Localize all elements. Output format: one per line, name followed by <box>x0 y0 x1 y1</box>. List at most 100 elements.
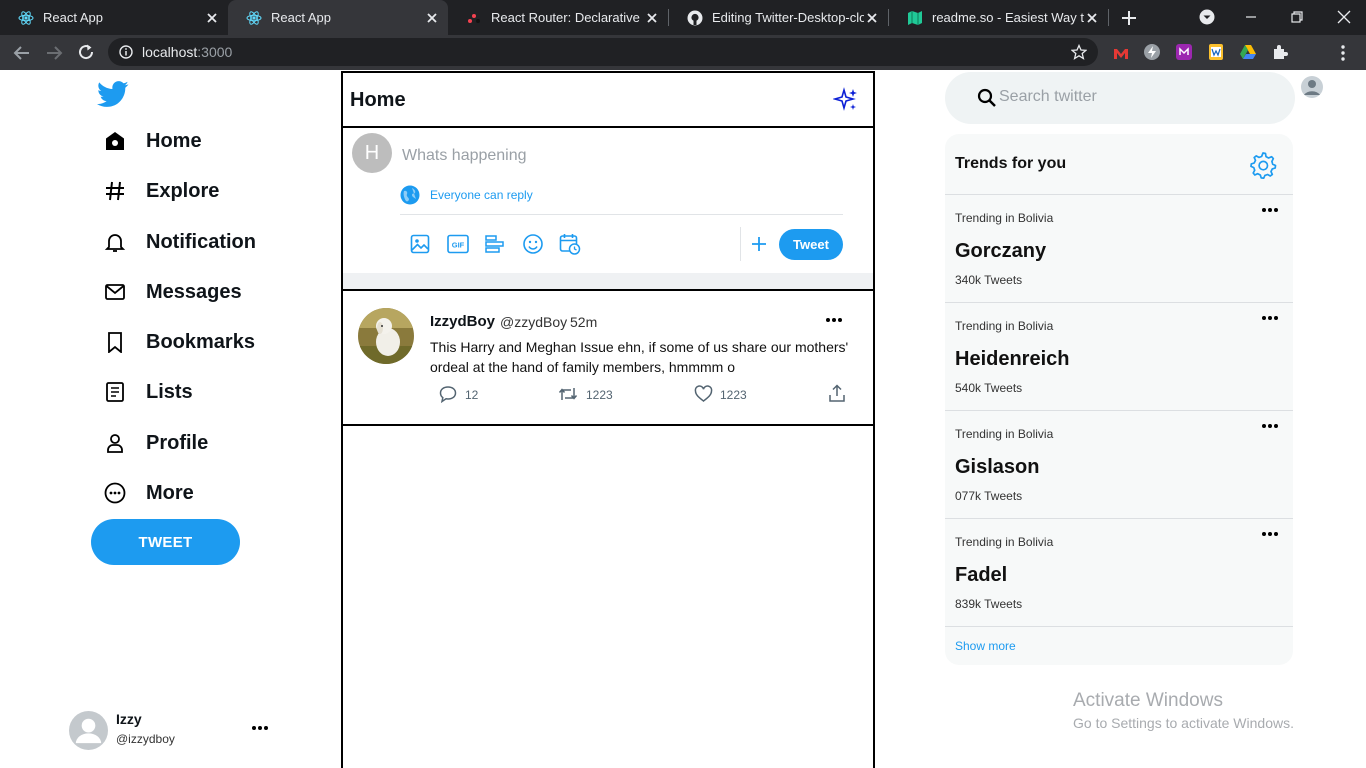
trend-location: Trending in Bolivia <box>955 211 1054 225</box>
extension-bolt-icon[interactable] <box>1143 43 1161 61</box>
github-icon <box>687 10 703 25</box>
extension-purple-icon[interactable] <box>1175 43 1193 61</box>
trend-item[interactable]: Trending in Bolivia Gorczany 340k Tweets <box>945 194 1293 302</box>
search-icon <box>977 88 996 107</box>
extension-m-icon[interactable] <box>1112 44 1130 62</box>
sidebar-item-more[interactable]: More <box>104 473 194 513</box>
section-separator <box>343 273 873 291</box>
tweet-author-name[interactable]: IzzydBoy <box>430 313 495 330</box>
close-icon[interactable] <box>424 10 440 26</box>
more-dots-icon[interactable] <box>1261 207 1279 213</box>
url-text: localhost:3000 <box>142 44 232 60</box>
more-circle-icon <box>104 482 126 504</box>
profile-avatar-icon[interactable] <box>1301 76 1323 98</box>
info-icon[interactable] <box>119 45 133 59</box>
browser-tab[interactable]: readme.so - Easiest Way to C <box>889 0 1108 35</box>
reload-icon[interactable] <box>77 43 95 61</box>
search-box[interactable]: Search twitter <box>945 72 1295 124</box>
close-icon[interactable] <box>864 10 880 26</box>
tweet-time[interactable]: 52m <box>570 314 597 330</box>
close-icon[interactable] <box>1084 10 1100 26</box>
browser-toolbar: localhost:3000 <box>0 35 1366 98</box>
address-bar[interactable]: localhost:3000 <box>108 38 1098 66</box>
menu-kebab-icon[interactable] <box>1340 44 1346 62</box>
tweet-button[interactable]: TWEET <box>91 519 240 565</box>
tab-title: React App <box>271 10 331 25</box>
sidebar-item-bookmarks[interactable]: Bookmarks <box>104 322 255 362</box>
window-close-icon[interactable] <box>1336 9 1352 25</box>
tab-divider <box>1108 9 1109 26</box>
sidebar-item-messages[interactable]: Messages <box>104 272 242 312</box>
browser-tab-active[interactable]: React App <box>228 0 448 35</box>
compose-tweet-button[interactable]: Tweet <box>779 229 843 260</box>
search-input[interactable]: Search twitter <box>999 88 1097 106</box>
tab-title: Editing Twitter-Desktop-clone <box>712 10 864 25</box>
google-drive-icon[interactable] <box>1239 43 1257 61</box>
tweet-avatar[interactable] <box>358 308 414 364</box>
emoji-icon[interactable] <box>523 234 543 254</box>
tweet-author-handle[interactable]: @zzydBoy <box>500 314 567 330</box>
restore-icon[interactable] <box>1290 10 1304 24</box>
tab-search-icon[interactable] <box>1199 9 1215 25</box>
sparkle-icon[interactable] <box>833 87 859 113</box>
browser-tab[interactable]: Editing Twitter-Desktop-clone <box>669 0 888 35</box>
extensions-puzzle-icon[interactable] <box>1271 43 1289 61</box>
trend-name: Gorczany <box>955 240 1047 262</box>
add-thread-icon[interactable] <box>752 237 766 251</box>
image-icon[interactable] <box>410 234 430 254</box>
minimize-icon[interactable] <box>1244 10 1258 24</box>
trend-count: 540k Tweets <box>955 381 1023 395</box>
tweet-card[interactable]: IzzydBoy @zzydBoy 52m This Harry and Meg… <box>343 293 873 426</box>
reply-icon[interactable] <box>439 385 457 403</box>
trends-panel: Trends for you Trending in Bolivia Gorcz… <box>945 134 1293 665</box>
close-icon[interactable] <box>204 10 220 26</box>
back-icon[interactable] <box>13 44 31 62</box>
like-heart-icon[interactable] <box>694 385 713 403</box>
page-title: Home <box>350 89 406 111</box>
new-tab-icon[interactable] <box>1120 9 1138 27</box>
sidebar-item-label: Lists <box>146 380 193 403</box>
settings-gear-icon[interactable] <box>1249 151 1277 179</box>
more-dots-icon[interactable] <box>251 725 269 731</box>
trend-item[interactable]: Trending in Bolivia Heidenreich 540k Twe… <box>945 302 1293 410</box>
gif-icon[interactable]: GIF <box>447 234 469 254</box>
sidebar-item-home[interactable]: Home <box>104 121 202 161</box>
poll-icon[interactable] <box>485 235 505 253</box>
browser-tab[interactable]: React App <box>0 0 228 35</box>
sidebar-item-notifications[interactable]: Notification <box>104 222 256 262</box>
trend-count: 839k Tweets <box>955 597 1023 611</box>
account-switcher[interactable]: Izzy @izzydboy <box>69 711 279 751</box>
globe-icon <box>400 185 420 205</box>
retweet-icon[interactable] <box>558 385 578 403</box>
sidebar-item-explore[interactable]: Explore <box>104 171 219 211</box>
divider <box>945 626 1293 627</box>
sidebar-item-lists[interactable]: Lists <box>104 372 193 412</box>
share-icon[interactable] <box>828 384 846 403</box>
trend-location: Trending in Bolivia <box>955 427 1054 441</box>
sidebar-item-profile[interactable]: Profile <box>104 423 208 463</box>
sidebar-item-label: Home <box>146 129 202 152</box>
like-count: 1223 <box>720 388 747 402</box>
trend-item[interactable]: Trending in Bolivia Gislason 077k Tweets <box>945 410 1293 518</box>
sidebar-item-label: More <box>146 481 194 504</box>
reply-setting[interactable]: Everyone can reply <box>430 188 533 202</box>
more-dots-icon[interactable] <box>1261 531 1279 537</box>
schedule-icon[interactable] <box>559 233 581 255</box>
more-dots-icon[interactable] <box>1261 423 1279 429</box>
compose-input[interactable]: Whats happening <box>402 147 527 165</box>
more-dots-icon[interactable] <box>1261 315 1279 321</box>
user-name: Izzy <box>116 711 142 727</box>
tab-title: React App <box>43 10 103 25</box>
extension-doc-icon[interactable] <box>1207 43 1225 61</box>
show-more-link[interactable]: Show more <box>955 639 1016 653</box>
browser-tab[interactable]: React Router: Declarative Rou <box>448 0 668 35</box>
bookmark-star-icon[interactable] <box>1071 44 1087 60</box>
trend-location: Trending in Bolivia <box>955 319 1054 333</box>
forward-icon[interactable] <box>45 44 63 62</box>
bookmark-icon <box>108 332 122 353</box>
twitter-logo-icon[interactable] <box>97 81 129 108</box>
more-dots-icon[interactable] <box>825 317 843 323</box>
close-icon[interactable] <box>644 10 660 26</box>
svg-text:GIF: GIF <box>452 241 465 250</box>
trend-item[interactable]: Trending in Bolivia Fadel 839k Tweets <box>945 518 1293 626</box>
